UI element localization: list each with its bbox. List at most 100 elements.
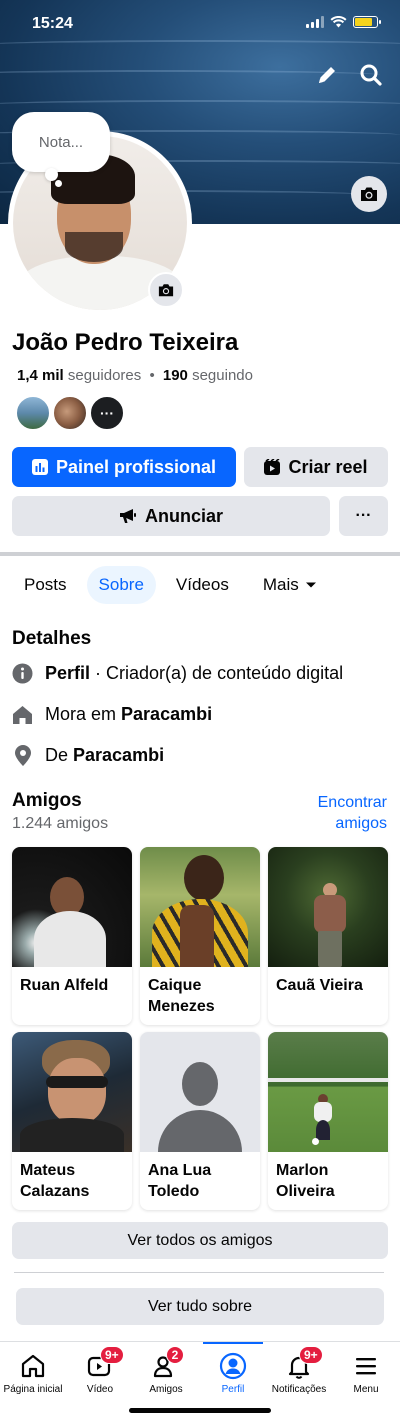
friend-name-line1: Marlon xyxy=(276,1162,329,1179)
friend-card[interactable]: Mateus Calazans xyxy=(12,1032,132,1210)
detail-from-city[interactable]: Paracambi xyxy=(73,745,164,765)
friend-card[interactable]: Caique Menezes xyxy=(140,847,260,1025)
notification-badge: 9+ xyxy=(100,1346,124,1364)
tab-posts[interactable]: Posts xyxy=(12,566,79,604)
friend-photo xyxy=(268,1032,388,1152)
info-icon xyxy=(12,663,33,684)
advertise-button[interactable]: Anunciar xyxy=(12,496,330,536)
professional-dashboard-button[interactable]: Painel profissional xyxy=(12,447,236,487)
nav-label: Página inicial xyxy=(3,1384,63,1395)
friends-title: Amigos xyxy=(12,790,82,811)
nav-menu[interactable]: Menu xyxy=(333,1352,399,1395)
bottom-navigation: Página inicial 9+ Vídeo 2 Amigos Perfil xyxy=(0,1341,400,1418)
camera-icon xyxy=(158,284,174,297)
nav-notifications[interactable]: 9+ Notificações xyxy=(266,1346,332,1395)
notification-badge: 2 xyxy=(166,1346,184,1364)
mini-avatar[interactable] xyxy=(16,396,50,430)
stats-separator: • xyxy=(149,367,155,384)
status-icons xyxy=(306,16,381,28)
wifi-icon xyxy=(330,16,347,28)
dashboard-icon xyxy=(31,459,48,475)
detail-lives-prefix: Mora em xyxy=(45,704,122,724)
friend-name-line2: Calazans xyxy=(20,1183,90,1200)
friend-name-line1: Cauã Vieira xyxy=(276,977,363,994)
profile-name: João Pedro Teixeira xyxy=(12,329,239,356)
home-icon xyxy=(21,1354,45,1378)
mini-avatar[interactable] xyxy=(53,396,87,430)
tab-about[interactable]: Sobre xyxy=(86,566,156,604)
professional-dashboard-label: Painel profissional xyxy=(55,456,217,477)
detail-lives-city[interactable]: Paracambi xyxy=(121,704,212,724)
caret-down-icon xyxy=(305,582,316,588)
friend-photo xyxy=(12,1032,132,1152)
nav-label: Menu xyxy=(353,1384,379,1395)
friend-name-line2: Oliveira xyxy=(276,1183,335,1200)
friend-card[interactable]: Ana Lua Toledo xyxy=(140,1032,260,1210)
megaphone-icon xyxy=(119,509,136,523)
nav-label: Vídeo xyxy=(86,1384,114,1395)
followers-label: seguidores xyxy=(67,367,142,384)
search-icon[interactable] xyxy=(358,62,384,88)
detail-profile-label: Perfil xyxy=(45,663,91,683)
default-avatar-icon xyxy=(140,1032,260,1152)
create-reel-label: Criar reel xyxy=(288,456,368,477)
see-all-friends-button[interactable]: Ver todos os amigos xyxy=(12,1222,388,1259)
nav-home[interactable]: Página inicial xyxy=(0,1352,66,1395)
detail-lives-in: Mora em Paracambi xyxy=(12,704,212,725)
note-placeholder: Nota... xyxy=(38,133,84,151)
section-divider xyxy=(0,552,400,556)
followed-avatars[interactable]: ··· xyxy=(16,396,124,430)
find-friends-line1: Encontrar xyxy=(317,794,387,811)
friend-card[interactable]: Marlon Oliveira xyxy=(268,1032,388,1210)
advertise-label: Anunciar xyxy=(144,505,223,526)
nav-video[interactable]: 9+ Vídeo xyxy=(67,1346,133,1395)
note-bubble[interactable]: Nota... xyxy=(12,112,110,172)
friend-photo xyxy=(140,847,260,967)
create-reel-button[interactable]: Criar reel xyxy=(244,447,388,487)
friend-card[interactable]: Cauã Vieira xyxy=(268,847,388,1025)
detail-profile-type: Perfil · Criador(a) de conteúdo digital xyxy=(12,663,343,684)
friend-name-line2: Toledo xyxy=(148,1183,200,1200)
nav-profile[interactable]: Perfil xyxy=(200,1352,266,1395)
profile-icon xyxy=(219,1352,247,1380)
friend-name-line1: Ana Lua xyxy=(148,1162,212,1179)
location-pin-icon xyxy=(14,745,31,766)
nav-label: Notificações xyxy=(271,1384,327,1395)
reel-icon xyxy=(264,459,281,475)
following-count: 190 xyxy=(162,367,188,384)
detail-from-prefix: De xyxy=(45,745,74,765)
followers-count: 1,4 mil xyxy=(17,367,64,384)
battery-icon xyxy=(353,16,381,28)
tab-videos[interactable]: Vídeos xyxy=(164,566,241,604)
pencil-icon[interactable] xyxy=(314,62,340,88)
cover-camera-button[interactable] xyxy=(351,176,387,212)
find-friends-link[interactable]: Encontrar amigos xyxy=(287,792,387,834)
friend-name-line1: Mateus xyxy=(20,1162,76,1179)
profile-stats[interactable]: 1,4 mil seguidores • 190 seguindo xyxy=(17,367,253,384)
friend-name-line2: Menezes xyxy=(148,998,215,1015)
friend-card[interactable]: Ruan Alfeld xyxy=(12,847,132,1025)
friend-photo xyxy=(12,847,132,967)
signal-icon xyxy=(306,16,324,28)
friend-photo xyxy=(268,847,388,967)
detail-profile-category: · Criador(a) de conteúdo digital xyxy=(90,663,344,683)
avatar-camera-button[interactable] xyxy=(148,272,184,308)
details-title: Detalhes xyxy=(12,628,92,649)
profile-tabs: Posts Sobre Vídeos Mais xyxy=(12,566,329,604)
home-icon xyxy=(13,705,32,724)
more-options-button[interactable]: ··· xyxy=(339,496,388,536)
tab-more-label: Mais xyxy=(262,575,299,594)
tab-more[interactable]: Mais xyxy=(251,566,329,604)
active-tab-indicator xyxy=(203,1342,263,1344)
friend-name-line1: Ruan Alfeld xyxy=(20,977,109,994)
more-avatars-button[interactable]: ··· xyxy=(90,396,124,430)
nav-friends[interactable]: 2 Amigos xyxy=(133,1346,199,1395)
detail-from: De Paracambi xyxy=(12,745,164,766)
status-time: 15:24 xyxy=(32,15,73,32)
friend-name-line1: Caique xyxy=(148,977,202,994)
see-all-about-button[interactable]: Ver tudo sobre xyxy=(16,1288,384,1325)
find-friends-line2: amigos xyxy=(335,815,387,832)
following-label: seguindo xyxy=(192,367,253,384)
nav-label: Amigos xyxy=(149,1384,183,1395)
camera-icon xyxy=(361,187,377,201)
